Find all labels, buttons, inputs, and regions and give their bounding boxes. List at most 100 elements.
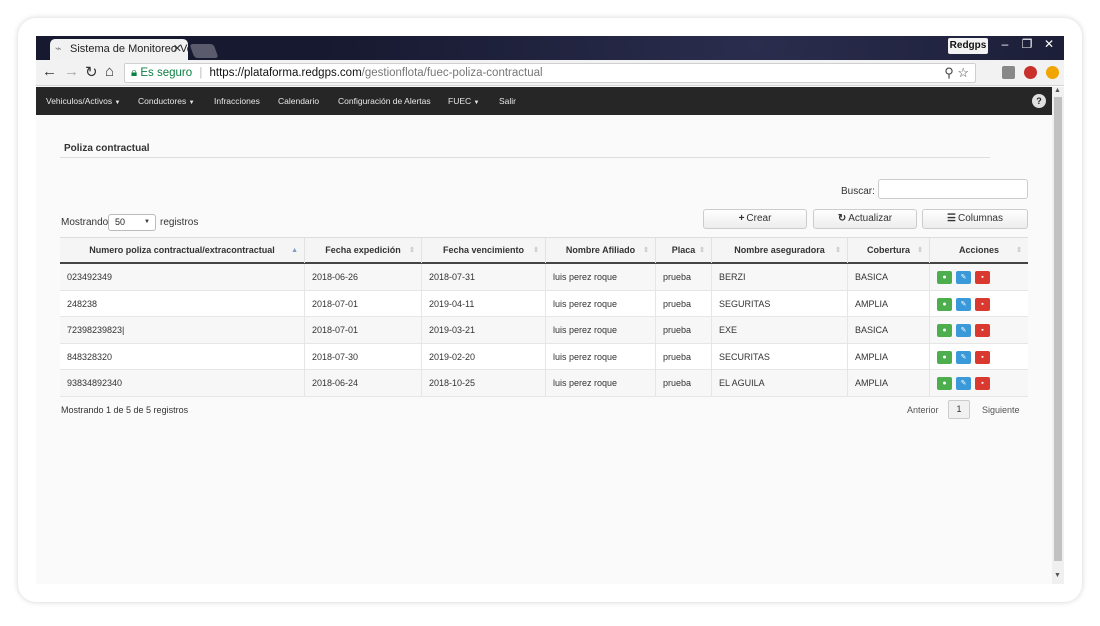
- pagination-prev[interactable]: Anterior: [907, 405, 939, 415]
- nav-fuec[interactable]: FUEC ▼: [448, 87, 479, 115]
- col-header-placa[interactable]: Placa ⇕: [656, 238, 712, 263]
- cell-placa: prueba: [656, 343, 712, 370]
- delete-button[interactable]: ▪: [975, 297, 990, 311]
- nav-salir[interactable]: Salir: [499, 87, 516, 115]
- search-input[interactable]: [878, 179, 1028, 199]
- sort-icon: ⇕: [699, 247, 705, 254]
- eye-icon: ●: [942, 300, 947, 308]
- sort-icon: ⇕: [1016, 247, 1022, 254]
- reload-icon[interactable]: ↻: [85, 63, 98, 81]
- edit-button[interactable]: ✎: [956, 297, 971, 311]
- restore-icon[interactable]: ❐: [1016, 37, 1038, 51]
- shield-extension-icon[interactable]: [1024, 66, 1037, 79]
- view-button[interactable]: ●: [937, 271, 952, 284]
- vertical-scrollbar[interactable]: ▲ ▼: [1052, 87, 1064, 584]
- edit-button[interactable]: ✎: [956, 324, 971, 337]
- create-label: Crear: [746, 213, 772, 224]
- app-navbar: Vehiculos/Activos ▼ Conductores ▼ Infrac…: [36, 87, 1064, 115]
- sort-icon: ⇕: [643, 247, 649, 254]
- view-button[interactable]: ●: [937, 377, 952, 390]
- col-header-label: Fecha vencimiento: [442, 245, 525, 255]
- records-label: registros: [160, 217, 199, 228]
- tab-close-icon[interactable]: ✕: [173, 39, 182, 60]
- edit-button[interactable]: ✎: [956, 350, 971, 364]
- view-button[interactable]: ●: [937, 297, 952, 311]
- cell-fecha-expedicion: 2018-07-01: [305, 290, 422, 317]
- cell-aseguradora: EL AGUILA: [712, 370, 848, 396]
- orange-extension-icon[interactable]: [1046, 66, 1059, 79]
- zoom-icon[interactable]: ⚲: [944, 65, 954, 80]
- close-window-icon[interactable]: ✕: [1038, 37, 1060, 51]
- nav-configuracion-label: Configuración de Alertas: [338, 96, 431, 106]
- sort-icon: ⇕: [917, 247, 923, 254]
- browser-tab[interactable]: ⌁ Sistema de Monitoreo Ve ✕: [50, 39, 188, 60]
- omnibox-icons: ⚲ ☆: [944, 64, 969, 82]
- delete-button[interactable]: ▪: [975, 271, 990, 284]
- search-label: Buscar:: [841, 186, 875, 197]
- address-bar-row: ← → ↻ ⌂ 🔒︎ Es seguro | https://plataform…: [36, 60, 1064, 86]
- url-input[interactable]: 🔒︎ Es seguro | https://plataforma.redgps…: [124, 63, 976, 83]
- cell-placa: prueba: [656, 370, 712, 396]
- col-header-acciones[interactable]: Acciones ⇕: [930, 238, 1028, 263]
- refresh-button[interactable]: ↻ Actualizar: [813, 209, 917, 229]
- scroll-up-icon[interactable]: ▲: [1054, 87, 1061, 94]
- delete-button[interactable]: ▪: [975, 350, 990, 364]
- table-row: 72398239823| 2018-07-01 2019-03-21 luis …: [60, 317, 1028, 344]
- minimize-icon[interactable]: –: [994, 37, 1016, 51]
- profile-button[interactable]: Redgps: [948, 38, 988, 54]
- edit-button[interactable]: ✎: [956, 271, 971, 284]
- cell-placa: prueba: [656, 290, 712, 317]
- delete-button[interactable]: ▪: [975, 377, 990, 390]
- nav-infracciones-label: Infracciones: [214, 96, 260, 106]
- cell-cobertura: AMPLIA: [848, 370, 930, 396]
- nav-calendario[interactable]: Calendario: [278, 87, 319, 115]
- cell-nombre-afiliado: luis perez roque: [546, 290, 656, 317]
- scroll-down-icon[interactable]: ▼: [1054, 572, 1061, 579]
- edit-button[interactable]: ✎: [956, 377, 971, 390]
- forward-icon[interactable]: →: [64, 63, 79, 80]
- nav-conductores[interactable]: Conductores ▼: [138, 87, 195, 115]
- table-row: 248238 2018-07-01 2019-04-11 luis perez …: [60, 290, 1028, 317]
- cell-nombre-afiliado: luis perez roque: [546, 317, 656, 343]
- new-tab-button[interactable]: [189, 44, 219, 58]
- caret-down-icon: ▼: [114, 100, 121, 106]
- scrollbar-thumb[interactable]: [1054, 97, 1062, 561]
- pencil-icon: ✎: [960, 327, 967, 334]
- col-header-cobertura[interactable]: Cobertura ⇕: [848, 238, 930, 263]
- pencil-icon: ✎: [960, 380, 967, 387]
- col-header-fecha-vencimiento[interactable]: Fecha vencimiento ⇕: [422, 238, 546, 263]
- page-size-select[interactable]: 50 ▼: [108, 214, 156, 231]
- nav-configuracion-alertas[interactable]: Configuración de Alertas: [338, 87, 431, 115]
- col-header-numero[interactable]: Numero poliza contractual/extracontractu…: [60, 238, 305, 263]
- col-header-nombre-aseguradora[interactable]: Nombre aseguradora ⇕: [712, 238, 848, 263]
- cell-nombre-afiliado: luis perez roque: [546, 343, 656, 370]
- trash-icon: ▪: [981, 327, 984, 334]
- table-row: 93834892340 2018-06-24 2018-10-25 luis p…: [60, 370, 1028, 397]
- pagination-page-1[interactable]: 1: [948, 400, 970, 419]
- poliza-table: Numero poliza contractual/extracontractu…: [60, 237, 1028, 397]
- pagination-next[interactable]: Siguiente: [982, 405, 1020, 415]
- trash-icon: ▪: [981, 353, 984, 361]
- cell-fecha-vencimiento: 2019-03-21: [422, 317, 546, 343]
- col-header-fecha-expedicion[interactable]: Fecha expedición ⇕: [305, 238, 422, 263]
- view-button[interactable]: ●: [937, 324, 952, 337]
- back-icon[interactable]: ←: [42, 63, 57, 80]
- camera-extension-icon[interactable]: [1002, 66, 1015, 79]
- columns-button[interactable]: ☰ Columnas: [922, 209, 1028, 229]
- sort-icon: ⇕: [835, 247, 841, 254]
- col-header-nombre-afiliado[interactable]: Nombre Afiliado ⇕: [546, 238, 656, 263]
- nav-vehiculos-label: Vehiculos/Activos: [46, 96, 113, 106]
- view-button[interactable]: ●: [937, 350, 952, 364]
- delete-button[interactable]: ▪: [975, 324, 990, 337]
- help-icon[interactable]: ?: [1032, 94, 1046, 108]
- sort-icon: ⇕: [409, 247, 415, 254]
- create-button[interactable]: + Crear: [703, 209, 807, 229]
- browser-titlebar: ⌁ Sistema de Monitoreo Ve ✕ Redgps – ❐ ✕: [36, 36, 1064, 60]
- nav-infracciones[interactable]: Infracciones: [214, 87, 260, 115]
- cell-fecha-expedicion: 2018-07-30: [305, 343, 422, 370]
- home-icon[interactable]: ⌂: [105, 63, 114, 80]
- nav-vehiculos[interactable]: Vehiculos/Activos ▼: [46, 87, 120, 115]
- table-header: Numero poliza contractual/extracontractu…: [60, 237, 1028, 264]
- col-header-label: Placa: [671, 245, 696, 255]
- bookmark-star-icon[interactable]: ☆: [957, 65, 969, 80]
